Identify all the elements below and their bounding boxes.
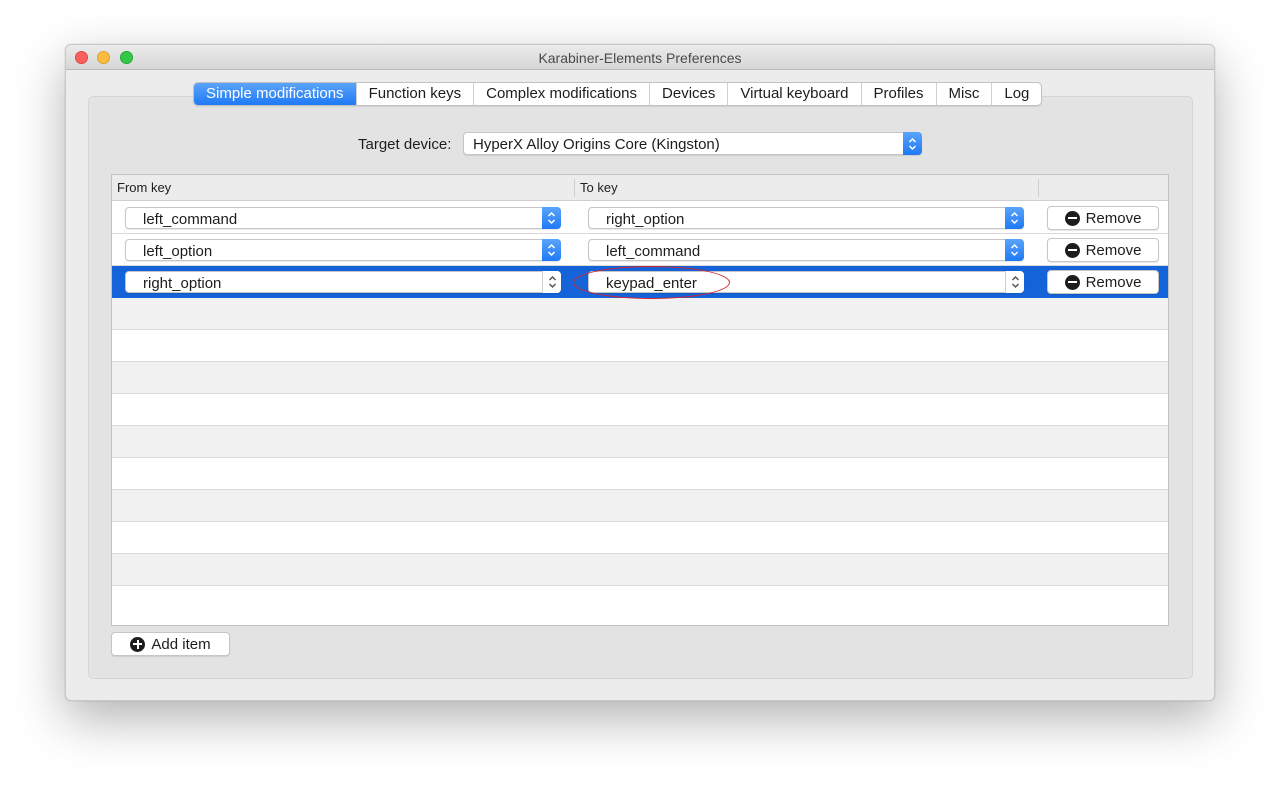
tab-bar: Simple modifications Function keys Compl…: [193, 82, 1043, 106]
tab-misc[interactable]: Misc: [937, 83, 993, 105]
empty-table-row: [112, 298, 1168, 330]
column-header-from-key[interactable]: From key: [117, 180, 171, 195]
target-device-popup[interactable]: HyperX Alloy Origins Core (Kingston): [463, 132, 922, 155]
title-bar: Karabiner-Elements Preferences: [66, 45, 1214, 70]
chevron-updown-icon: [1005, 271, 1024, 293]
table-row[interactable]: left_option left_command Remove: [112, 234, 1168, 266]
empty-table-row: [112, 362, 1168, 394]
to-key-value: left_command: [606, 243, 701, 260]
tab-virtual-keyboard[interactable]: Virtual keyboard: [728, 83, 862, 105]
remove-button-label: Remove: [1085, 273, 1142, 291]
chevron-updown-icon: [903, 132, 922, 155]
column-header-to-key[interactable]: To key: [580, 180, 618, 195]
table-header: From key To key: [112, 175, 1168, 201]
add-item-button[interactable]: Add item: [111, 632, 230, 656]
tab-log[interactable]: Log: [992, 83, 1041, 105]
to-key-popup[interactable]: right_option: [588, 207, 1024, 229]
annotation-ellipse: [573, 266, 730, 299]
empty-table-row: [112, 330, 1168, 362]
empty-table-row: [112, 394, 1168, 426]
chevron-updown-icon: [1005, 239, 1024, 261]
tab-profiles[interactable]: Profiles: [862, 83, 937, 105]
minus-circle-icon: [1064, 274, 1080, 290]
from-key-popup[interactable]: left_command: [125, 207, 561, 229]
empty-table-row: [112, 490, 1168, 522]
remove-button[interactable]: Remove: [1047, 238, 1159, 262]
to-key-popup[interactable]: left_command: [588, 239, 1024, 261]
tab-simple-modifications[interactable]: Simple modifications: [194, 83, 357, 105]
chevron-updown-icon: [542, 239, 561, 261]
remove-button-label: Remove: [1085, 241, 1142, 259]
column-divider: [1038, 179, 1039, 197]
tab-complex-modifications[interactable]: Complex modifications: [474, 83, 651, 105]
plus-circle-icon: [130, 636, 146, 652]
chevron-updown-icon: [542, 271, 561, 293]
from-key-value: left_command: [143, 211, 238, 228]
tab-function-keys[interactable]: Function keys: [357, 83, 475, 105]
empty-table-row: [112, 426, 1168, 458]
column-divider: [574, 179, 575, 197]
remove-button[interactable]: Remove: [1047, 270, 1159, 294]
empty-table-row: [112, 586, 1168, 618]
empty-table-row: [112, 458, 1168, 490]
chevron-updown-icon: [1005, 207, 1024, 229]
modifications-table: From key To key left_command right_optio…: [111, 174, 1169, 626]
target-device-value: HyperX Alloy Origins Core (Kingston): [473, 136, 720, 153]
to-key-value: right_option: [606, 211, 685, 228]
minus-circle-icon: [1064, 210, 1080, 226]
remove-button-label: Remove: [1085, 209, 1142, 227]
from-key-popup[interactable]: left_option: [125, 239, 561, 261]
minus-circle-icon: [1064, 242, 1080, 258]
target-device-label: Target device:: [358, 136, 452, 153]
empty-table-row: [112, 522, 1168, 554]
table-row[interactable]: left_command right_option Remove: [112, 202, 1168, 234]
remove-button[interactable]: Remove: [1047, 206, 1159, 230]
window-title: Karabiner-Elements Preferences: [538, 50, 742, 66]
chevron-updown-icon: [542, 207, 561, 229]
from-key-popup[interactable]: right_option: [125, 271, 561, 293]
from-key-value: right_option: [143, 275, 222, 292]
add-item-label: Add item: [151, 635, 211, 653]
from-key-value: left_option: [143, 243, 213, 260]
tab-devices[interactable]: Devices: [650, 83, 729, 105]
empty-table-row: [112, 554, 1168, 586]
